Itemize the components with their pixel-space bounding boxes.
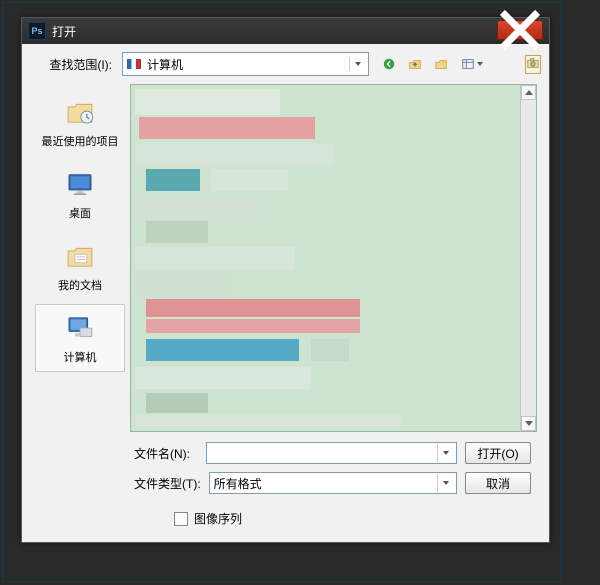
places-bar: 最近使用的项目 桌面 我的文档 [30,84,130,432]
chevron-down-icon[interactable] [437,474,452,492]
file-name-combo[interactable] [206,442,457,464]
close-button[interactable] [497,20,543,40]
back-button[interactable] [379,54,399,74]
app-icon: Ps [28,22,46,40]
image-sequence-label: 图像序列 [194,510,242,527]
file-type-label: 文件类型(T): [134,475,201,492]
look-in-label: 查找范围(I): [30,56,116,73]
titlebar: Ps 打开 [22,18,549,44]
chevron-down-icon[interactable] [437,444,452,462]
place-recent[interactable]: 最近使用的项目 [35,88,125,156]
views-button[interactable] [457,54,487,74]
file-list-content-blurred [135,89,517,427]
image-sequence-checkbox[interactable] [174,512,188,526]
place-desktop[interactable]: 桌面 [35,160,125,228]
new-folder-button[interactable] [431,54,451,74]
computer-icon [62,311,98,345]
look-in-value: 计算机 [147,56,183,73]
place-label: 桌面 [69,205,91,221]
camera-icon[interactable] [525,55,541,74]
place-label: 我的文档 [58,277,102,293]
place-mydocs[interactable]: 我的文档 [35,232,125,300]
open-dialog: Ps 打开 查找范围(I): 计算机 [21,17,550,543]
cancel-button[interactable]: 取消 [465,472,531,494]
computer-icon [127,59,141,69]
place-computer[interactable]: 计算机 [35,304,125,372]
desktop-icon [62,167,98,201]
up-one-level-button[interactable] [405,54,425,74]
file-list[interactable] [130,84,537,432]
file-type-combo[interactable]: 所有格式 [209,472,457,494]
file-name-label: 文件名(N): [134,445,198,462]
toolbar [379,54,487,74]
recent-items-icon [62,95,98,129]
scroll-down-icon[interactable] [521,416,536,431]
scroll-up-icon[interactable] [521,85,536,100]
place-label: 计算机 [64,349,97,365]
scrollbar[interactable] [520,85,536,431]
open-button[interactable]: 打开(O) [465,442,531,464]
place-label: 最近使用的项目 [42,133,119,149]
file-type-value: 所有格式 [214,475,262,492]
window-title: 打开 [52,23,76,40]
scroll-track[interactable] [521,100,536,416]
chevron-down-icon[interactable] [349,57,364,71]
documents-icon [62,239,98,273]
look-in-combo[interactable]: 计算机 [122,52,369,76]
